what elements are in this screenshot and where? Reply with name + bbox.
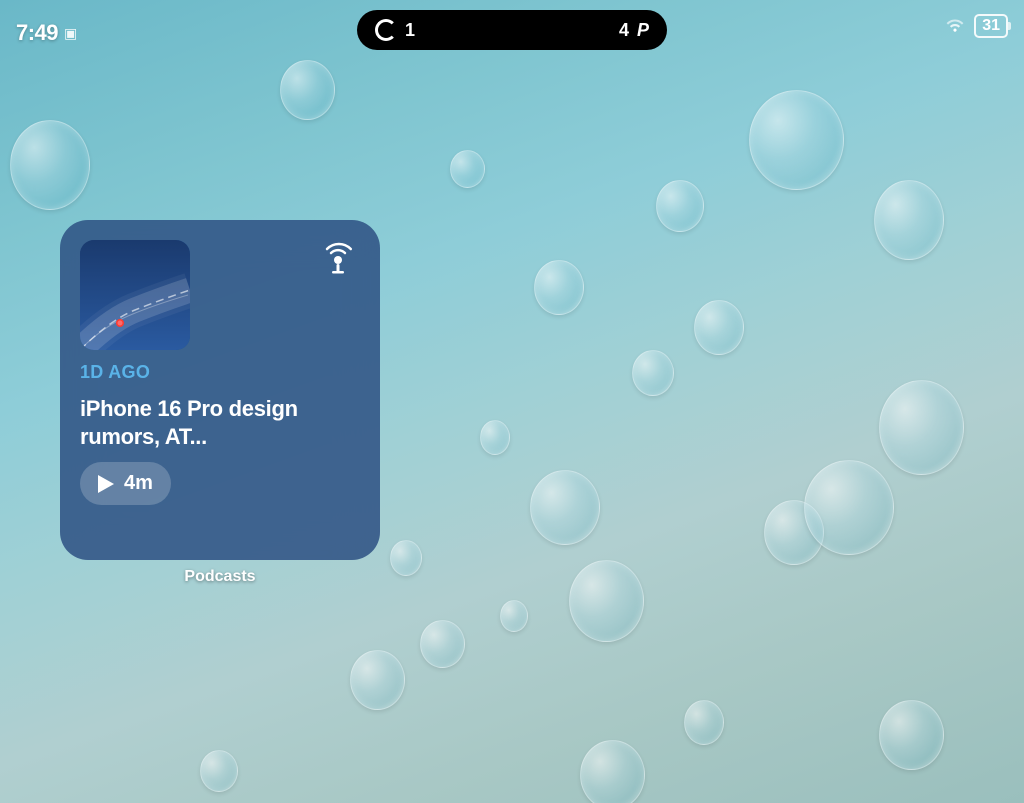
widget-episode-title: iPhone 16 Pro design rumors, AT... [80, 395, 360, 450]
dynamic-island[interactable]: 1 4 P [357, 10, 667, 50]
di-score: 4 [619, 20, 629, 41]
status-time: 7:49 [16, 20, 58, 46]
widget-app-label: Podcasts [184, 568, 255, 586]
podcast-cover-art: 9TO5MAC DAILY [80, 240, 190, 350]
podcast-widget-container: 9TO5MAC DAILY [60, 220, 380, 586]
play-button[interactable]: 4m [80, 462, 171, 505]
widget-time-ago: 1D AGO [80, 362, 360, 383]
play-duration: 4m [124, 472, 153, 495]
sim-icon: ▣ [64, 25, 77, 42]
di-left-number: 1 [405, 20, 415, 41]
di-left-content: 1 [375, 19, 415, 41]
di-sync-icon [375, 19, 397, 41]
podcasts-app-icon [316, 240, 360, 284]
di-phillies-icon: P [637, 20, 649, 41]
play-icon [98, 475, 114, 493]
widget-top-row: 9TO5MAC DAILY [80, 240, 360, 350]
di-right-content: 4 P [619, 20, 649, 41]
podcast-widget[interactable]: 9TO5MAC DAILY [60, 220, 380, 560]
